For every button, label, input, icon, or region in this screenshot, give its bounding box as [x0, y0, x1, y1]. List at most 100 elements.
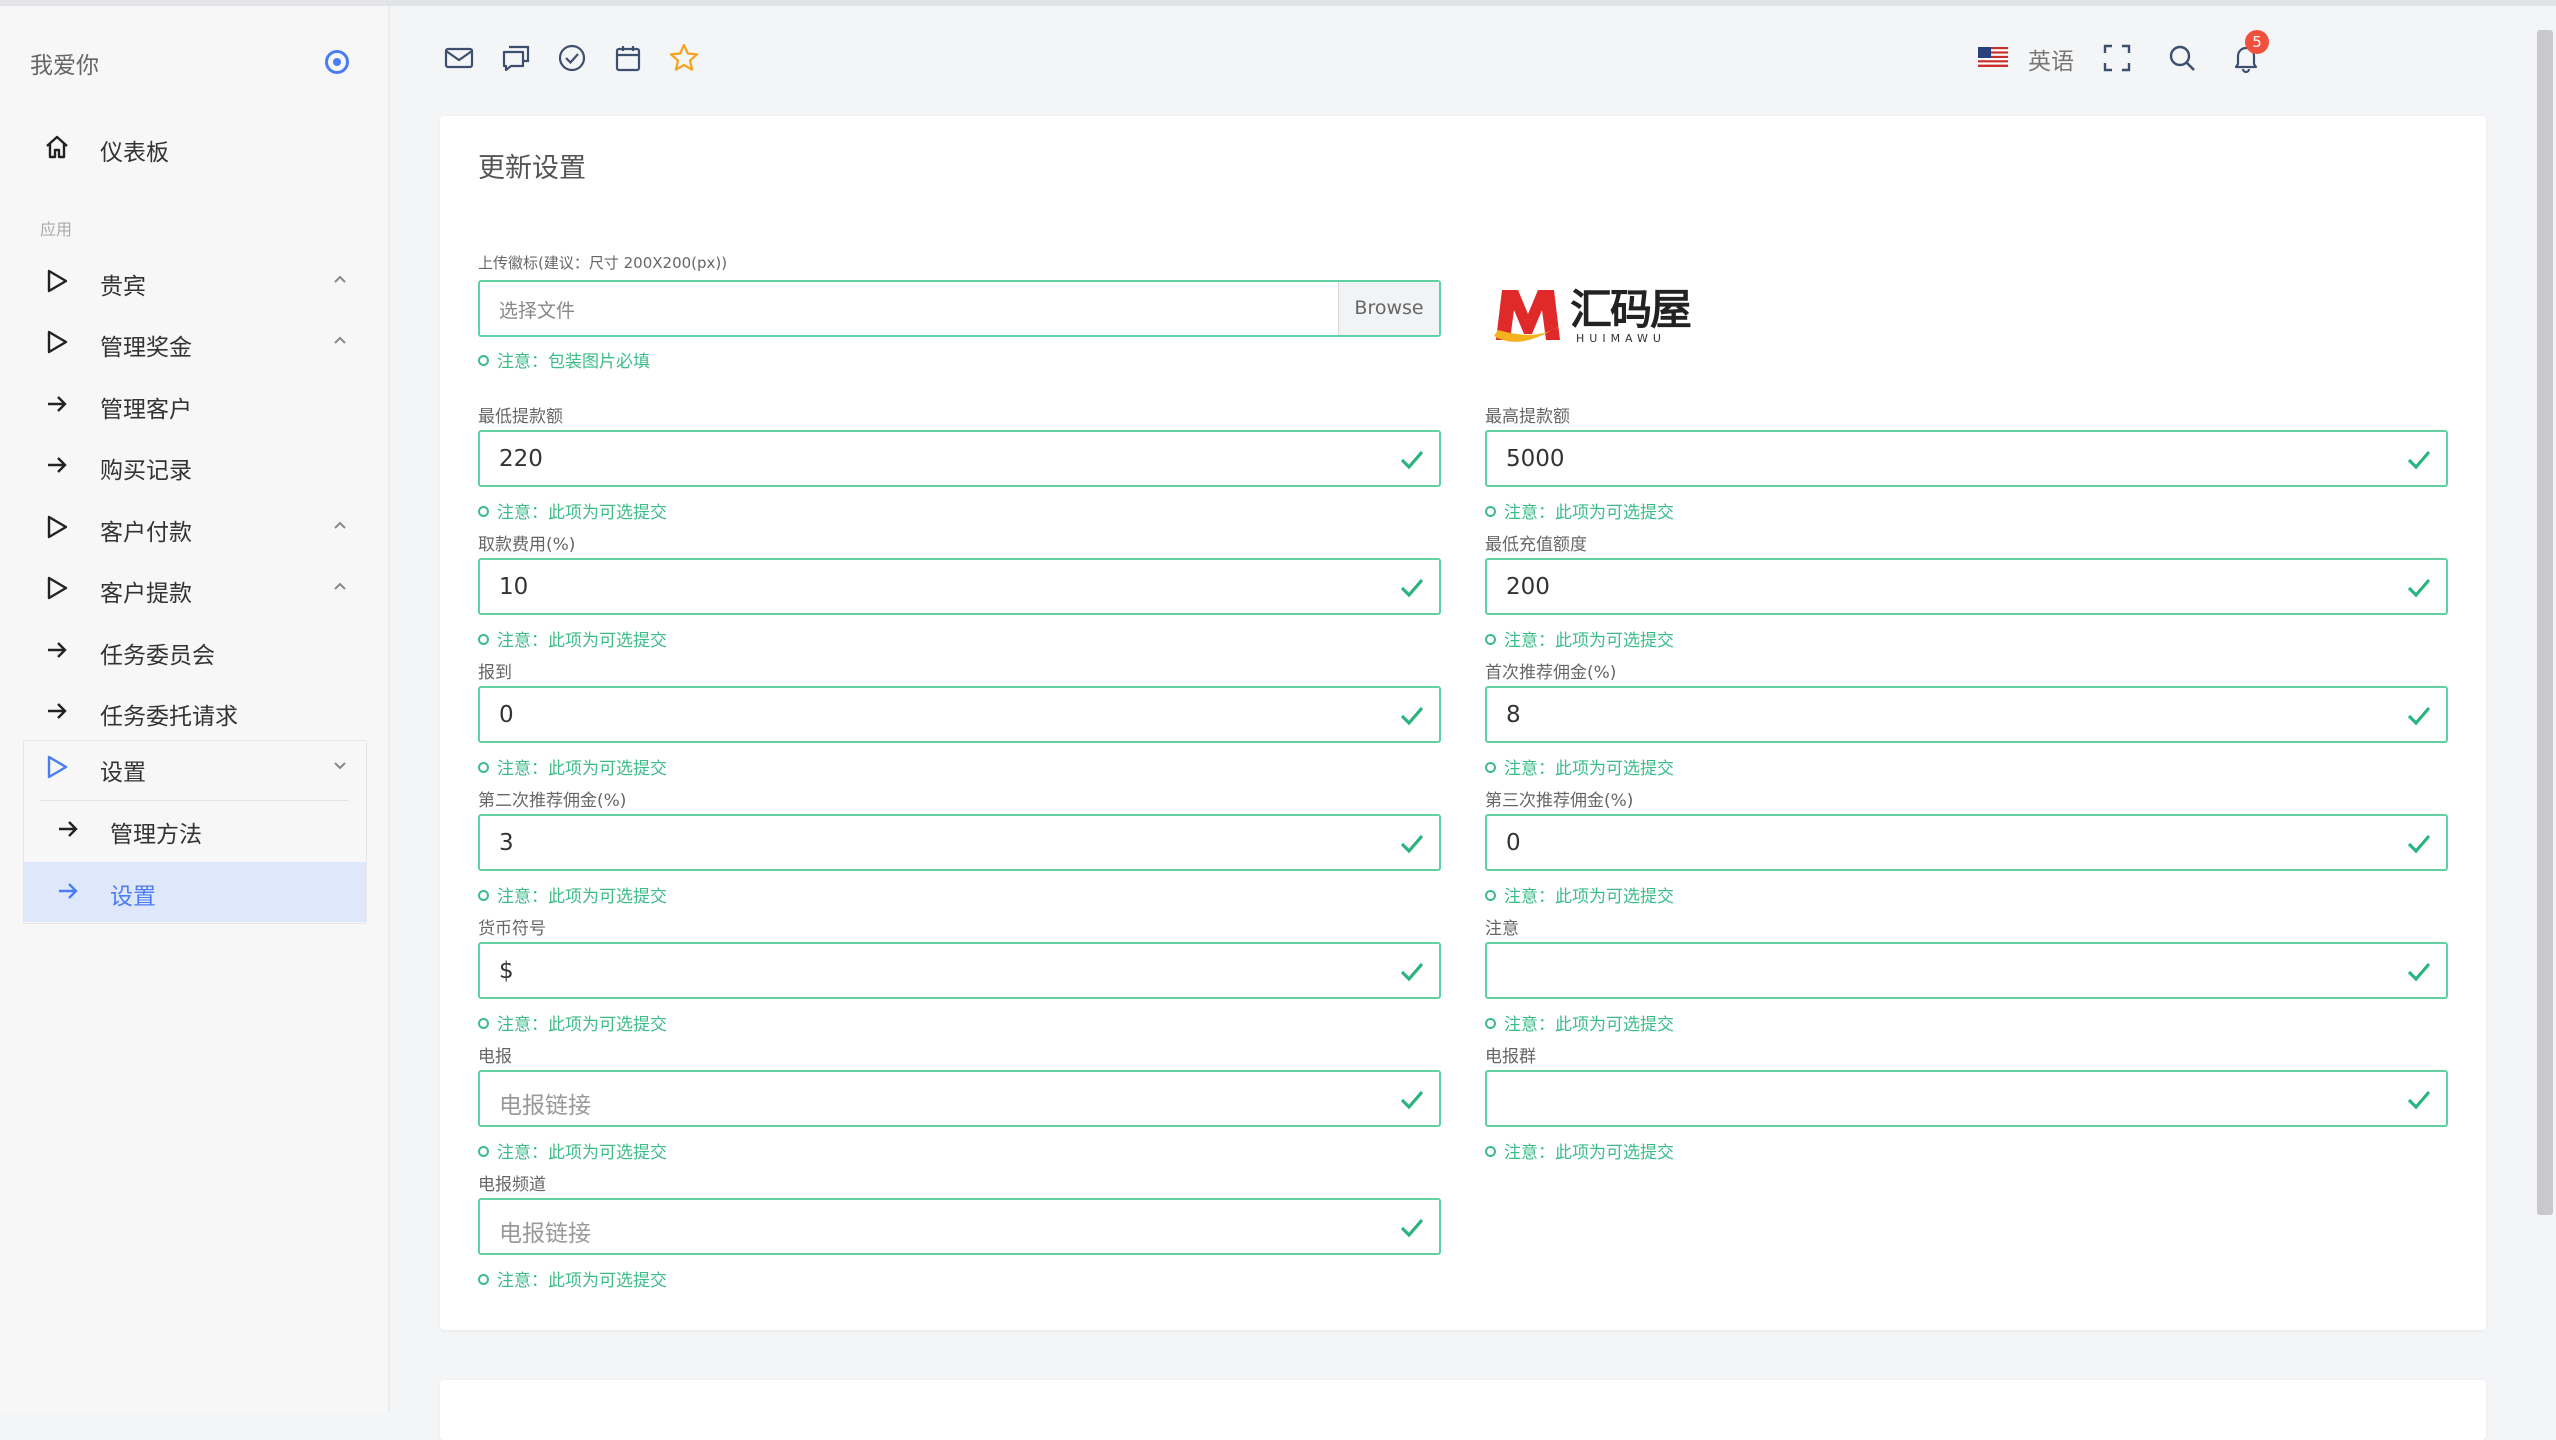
- star-icon[interactable]: [668, 42, 700, 74]
- field-hint: 注意：此项为可选提交: [478, 1138, 667, 1163]
- page-title: 更新设置: [478, 153, 586, 184]
- input-value: 200: [1506, 574, 1550, 600]
- notice-input[interactable]: [1485, 942, 2448, 999]
- second-referral-input[interactable]: 3: [478, 814, 1441, 871]
- calendar-icon[interactable]: [612, 42, 644, 74]
- field-hint: 注意：此项为可选提交: [1485, 626, 1674, 651]
- sidebar-item-task-committee[interactable]: 任务委员会: [0, 623, 388, 677]
- sidebar-item-customer-payments[interactable]: 客户付款: [0, 500, 388, 554]
- field-label: 最低提款额: [478, 407, 563, 427]
- sidebar-subitem-manage-methods[interactable]: 管理方法: [0, 802, 388, 856]
- check-icon: [1400, 834, 1424, 854]
- sidebar-item-label: 管理客户: [100, 397, 192, 423]
- min-deposit-input[interactable]: 200: [1485, 558, 2448, 615]
- file-placeholder: 选择文件: [499, 300, 576, 322]
- us-flag-icon: [1978, 47, 2008, 67]
- sidebar-item-settings[interactable]: 设置: [0, 740, 388, 794]
- sidebar-item-purchase-records[interactable]: 购买记录: [0, 438, 388, 492]
- chat-icon[interactable]: [500, 42, 532, 74]
- field-label: 注意: [1485, 919, 1519, 939]
- sidebar-item-dashboard[interactable]: 仪表板: [0, 120, 388, 174]
- sidebar-item-customer-withdrawals[interactable]: 客户提款: [0, 561, 388, 615]
- check-icon: [2407, 834, 2431, 854]
- field-label: 电报: [478, 1047, 512, 1067]
- chevron-up-icon: [334, 275, 346, 283]
- sidebar-toggle-icon[interactable]: [325, 50, 349, 74]
- third-referral-input[interactable]: 0: [1485, 814, 2448, 871]
- chevron-down-icon: [334, 762, 346, 770]
- field-hint: 注意：此项为可选提交: [478, 1010, 667, 1035]
- min-withdrawal-input[interactable]: 220: [478, 430, 1441, 487]
- field-label: 首次推荐佣金(%): [1485, 663, 1617, 683]
- sidebar-item-manage-customers[interactable]: 管理客户: [0, 377, 388, 431]
- page-scrollbar[interactable]: [2537, 30, 2553, 1215]
- search-icon[interactable]: [2166, 42, 2198, 74]
- field-label: 最低充值额度: [1485, 535, 1587, 555]
- logo-text: 汇码屋: [1570, 285, 1692, 334]
- field-hint: 注意：此项为可选提交: [1485, 498, 1674, 523]
- sidebar-subitem-settings[interactable]: 设置: [0, 864, 388, 918]
- sidebar-section-label: 应用: [40, 220, 73, 239]
- field-hint: 注意：此项为可选提交: [478, 754, 667, 779]
- sidebar-item-manage-bonus[interactable]: 管理奖金: [0, 315, 388, 369]
- first-referral-input[interactable]: 8: [1485, 686, 2448, 743]
- field-hint: 注意：此项为可选提交: [478, 626, 667, 651]
- input-value: 0: [1506, 830, 1521, 856]
- field-label: 电报频道: [478, 1175, 546, 1195]
- check-icon: [1400, 450, 1424, 470]
- max-withdrawal-input[interactable]: 5000: [1485, 430, 2448, 487]
- submenu-divider: [40, 800, 348, 801]
- logo-preview: 汇码屋 HUIMAWU: [1490, 272, 1692, 352]
- upload-label: 上传徽标(建议：尺寸 200X200(px)): [478, 254, 728, 272]
- chevron-up-icon: [334, 521, 346, 529]
- fullscreen-icon[interactable]: [2101, 42, 2133, 74]
- check-circle-icon[interactable]: [556, 42, 588, 74]
- sidebar-item-vip[interactable]: 贵宾: [0, 254, 388, 308]
- input-value: 8: [1506, 702, 1521, 728]
- upload-hint: 注意：包装图片必填: [478, 347, 650, 372]
- check-icon: [2407, 962, 2431, 982]
- arrow-right-icon: [48, 703, 67, 719]
- check-icon: [1400, 706, 1424, 726]
- telegram-input[interactable]: 电报链接: [478, 1070, 1441, 1127]
- sidebar-item-label: 任务委托请求: [100, 704, 238, 730]
- field-label: 报到: [478, 663, 512, 683]
- play-icon: [47, 576, 68, 600]
- logo-file-input[interactable]: 选择文件 Browse: [478, 280, 1441, 337]
- check-in-input[interactable]: 0: [478, 686, 1441, 743]
- brand-name: 我爱你: [30, 53, 99, 79]
- input-placeholder: 电报链接: [499, 1093, 591, 1119]
- settings-card: 更新设置 上传徽标(建议：尺寸 200X200(px)) 选择文件 Browse…: [440, 116, 2486, 1330]
- secondary-card: [440, 1380, 2486, 1440]
- field-hint: 注意：此项为可选提交: [478, 498, 667, 523]
- telegram-channel-input[interactable]: 电报链接: [478, 1198, 1441, 1255]
- check-icon: [1400, 962, 1424, 982]
- sidebar-item-label: 客户提款: [100, 581, 192, 607]
- sidebar-item-label: 管理方法: [110, 822, 202, 848]
- mail-icon[interactable]: [443, 42, 475, 74]
- check-icon: [1400, 578, 1424, 598]
- field-hint: 注意：此项为可选提交: [478, 1266, 667, 1291]
- browse-button[interactable]: Browse: [1338, 282, 1439, 335]
- sidebar-item-task-requests[interactable]: 任务委托请求: [0, 684, 388, 738]
- telegram-group-input[interactable]: [1485, 1070, 2448, 1127]
- arrow-right-icon: [48, 396, 67, 412]
- play-icon: [47, 755, 68, 779]
- currency-symbol-input[interactable]: $: [478, 942, 1441, 999]
- field-label: 第二次推荐佣金(%): [478, 791, 627, 811]
- field-hint: 注意：此项为可选提交: [1485, 1138, 1674, 1163]
- sidebar: 我爱你 仪表板 应用 贵宾 管理奖金 管理客户 购买记录 客户付款 客户提款 任…: [0, 6, 390, 1412]
- notification-badge: 5: [2245, 30, 2269, 54]
- sidebar-item-label: 设置: [100, 760, 146, 786]
- field-hint: 注意：此项为可选提交: [478, 882, 667, 907]
- arrow-right-icon: [59, 883, 78, 899]
- withdrawal-fee-input[interactable]: 10: [478, 558, 1441, 615]
- sidebar-item-label: 任务委员会: [100, 643, 215, 669]
- field-hint: 注意：此项为可选提交: [1485, 882, 1674, 907]
- input-value: $: [499, 958, 514, 984]
- language-label: 英语: [2028, 49, 2074, 75]
- field-hint: 注意：此项为可选提交: [1485, 1010, 1674, 1035]
- check-icon: [1400, 1090, 1424, 1110]
- check-icon: [2407, 1090, 2431, 1110]
- play-icon: [47, 330, 68, 354]
